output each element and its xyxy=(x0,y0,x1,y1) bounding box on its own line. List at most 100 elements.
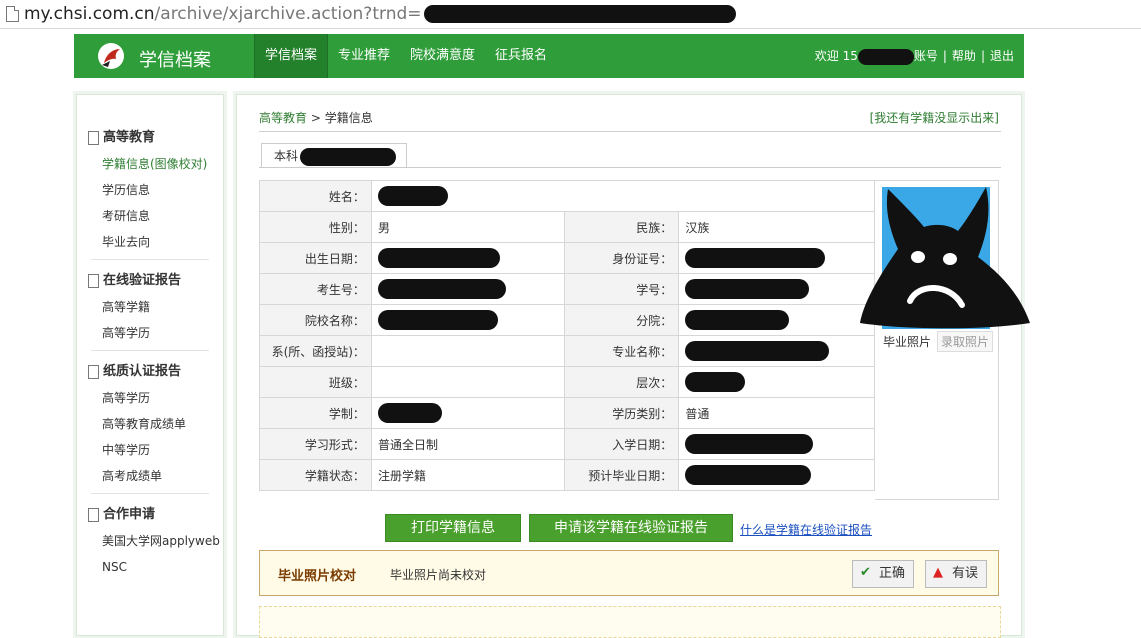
divider xyxy=(259,131,1001,132)
sidebar-group-title: 在线验证报告 xyxy=(77,268,223,294)
sidebar-item-applyweb[interactable]: 美国大学网applyweb xyxy=(77,528,223,554)
document-icon xyxy=(88,365,99,379)
exam-no-label: 考生号： xyxy=(259,273,372,305)
status-label: 学籍状态： xyxy=(259,459,372,491)
duration-value xyxy=(370,397,566,429)
sidebar-item-paper-transcript[interactable]: 高等教育成绩单 xyxy=(77,411,223,437)
logo[interactable]: 学信档案 xyxy=(74,34,254,78)
branch-value xyxy=(678,304,875,336)
breadcrumb-sep: > xyxy=(307,111,325,125)
verification-help-link[interactable]: 什么是学籍在线验证报告 xyxy=(740,521,872,538)
sidebar-item-graduate-exam[interactable]: 考研信息 xyxy=(77,203,223,229)
welcome-text: 欢迎 15 xyxy=(814,49,858,63)
ethnic-value: 汉族 xyxy=(678,211,875,243)
redaction xyxy=(685,279,810,299)
main-nav: 学信档案 专业推荐 院校满意度 征兵报名 xyxy=(254,34,557,78)
print-record-button[interactable]: 打印学籍信息 xyxy=(385,514,521,542)
error-label: 有误 xyxy=(952,566,979,581)
table-row: 学习形式： 普通全日制 入学日期： xyxy=(259,428,875,460)
missing-record-link[interactable]: [我还有学籍没显示出来] xyxy=(870,109,999,126)
sidebar-group-online-report: 在线验证报告 高等学籍 高等学历 xyxy=(77,268,223,346)
warning-icon: ▲ xyxy=(933,565,943,580)
error-button[interactable]: ▲ 有误 xyxy=(925,560,988,588)
sidebar-item-graduation-destination[interactable]: 毕业去向 xyxy=(77,229,223,255)
nav-school-satisfaction[interactable]: 院校满意度 xyxy=(400,34,485,78)
sidebar: 高等教育 学籍信息(图像校对) 学历信息 考研信息 毕业去向 在线验证报告 高等… xyxy=(76,94,224,636)
dept-label: 系(所、函授站)： xyxy=(259,335,372,367)
duration-label: 学制： xyxy=(259,397,372,429)
table-row: 考生号： 学号： xyxy=(259,273,875,305)
table-row: 院校名称： 分院： xyxy=(259,304,875,336)
verify-status: 毕业照片尚未校对 xyxy=(390,568,487,582)
logo-text: 学信档案 xyxy=(139,50,211,71)
nav-xuexin-archive[interactable]: 学信档案 xyxy=(254,34,329,78)
redaction xyxy=(377,248,500,268)
photo-verify-panel: 毕业照片校对 毕业照片尚未校对 ✔ 正确 ▲ 有误 xyxy=(259,550,999,596)
sidebar-item-nsc[interactable]: NSC xyxy=(77,554,223,580)
redaction xyxy=(377,279,506,299)
sidebar-item-gaokao-scores[interactable]: 高考成绩单 xyxy=(77,463,223,489)
address-bar[interactable]: my.chsi.com.cn/archive/xjarchive.action?… xyxy=(0,0,1141,29)
account-link[interactable]: 账号 xyxy=(914,49,938,63)
separator: | xyxy=(980,49,985,63)
url-text[interactable]: my.chsi.com.cn/archive/xjarchive.action?… xyxy=(24,4,736,24)
redaction xyxy=(685,434,814,454)
enroll-value xyxy=(678,428,875,460)
student-no-label: 学号： xyxy=(564,273,680,305)
admission-photo-button[interactable]: 录取照片 xyxy=(937,331,994,352)
name-value xyxy=(370,180,876,212)
user-bar: 欢迎 15 账号 | 帮助 | 退出 xyxy=(815,34,1014,78)
apply-verification-button[interactable]: 申请该学籍在线验证报告 xyxy=(529,514,733,542)
name-label: 姓名： xyxy=(259,180,372,212)
class-label: 班级： xyxy=(259,366,372,398)
birth-label: 出生日期： xyxy=(259,242,372,274)
breadcrumb-higher-edu[interactable]: 高等教育 xyxy=(259,111,307,125)
document-icon xyxy=(88,131,99,145)
exam-no-value xyxy=(370,273,566,305)
separator: | xyxy=(942,49,947,63)
class-value xyxy=(370,366,566,398)
nav-major-recommend[interactable]: 专业推荐 xyxy=(328,34,400,78)
category-value: 普通 xyxy=(678,397,875,429)
redaction xyxy=(685,341,830,361)
sidebar-item-online-status[interactable]: 高等学籍 xyxy=(77,294,223,320)
table-row: 性别： 男 民族： 汉族 xyxy=(259,211,875,243)
correct-label: 正确 xyxy=(879,566,906,581)
sidebar-group-title: 纸质认证报告 xyxy=(77,359,223,385)
dept-value xyxy=(370,335,566,367)
table-row: 班级： 层次： xyxy=(259,366,875,398)
redaction xyxy=(300,147,397,166)
photo-caption: 毕业照片 xyxy=(883,335,932,349)
url-path: /archive/xjarchive.action?trnd= xyxy=(154,4,422,24)
sidebar-item-online-degree[interactable]: 高等学历 xyxy=(77,320,223,346)
table-row: 姓名： xyxy=(259,180,876,212)
student-record-table: 姓名： 性别： 男 民族： 汉族 出生日期： 身份证号： 考生号： 学号： 院校… xyxy=(259,180,876,491)
logout-link[interactable]: 退出 xyxy=(990,49,1014,63)
correct-button[interactable]: ✔ 正确 xyxy=(852,560,915,588)
verify-title: 毕业照片校对 xyxy=(278,569,357,584)
bird-logo-icon xyxy=(98,43,124,69)
sidebar-item-degree-info[interactable]: 学历信息 xyxy=(77,177,223,203)
nav-military-enlist[interactable]: 征兵报名 xyxy=(485,34,557,78)
sidebar-group-title: 合作申请 xyxy=(77,502,223,528)
divider xyxy=(91,493,209,494)
redaction xyxy=(685,310,790,330)
form-label: 学习形式： xyxy=(259,428,372,460)
tab-label: 本科 xyxy=(274,149,299,163)
breadcrumb-current: 学籍信息 xyxy=(324,111,373,125)
tab-undergraduate[interactable]: 本科 xyxy=(261,143,407,167)
help-link[interactable]: 帮助 xyxy=(952,49,976,63)
sidebar-group-title: 高等教育 xyxy=(77,125,223,151)
sidebar-item-paper-degree[interactable]: 高等学历 xyxy=(77,385,223,411)
status-value: 注册学籍 xyxy=(370,459,566,491)
sidebar-item-student-status[interactable]: 学籍信息(图像校对) xyxy=(77,151,223,177)
school-label: 院校名称： xyxy=(259,304,372,336)
redaction xyxy=(423,5,736,23)
redaction xyxy=(377,186,448,206)
site-header: 学信档案 学信档案 专业推荐 院校满意度 征兵报名 欢迎 15 账号 | 帮助 | 退出 xyxy=(74,34,1024,78)
sidebar-group-higher-edu: 高等教育 学籍信息(图像校对) 学历信息 考研信息 毕业去向 xyxy=(77,125,223,255)
sidebar-group-label: 在线验证报告 xyxy=(103,273,182,288)
table-row: 系(所、函授站)： 专业名称： xyxy=(259,335,875,367)
breadcrumb: 高等教育 > 学籍信息 xyxy=(259,109,373,126)
sidebar-item-secondary-degree[interactable]: 中等学历 xyxy=(77,437,223,463)
